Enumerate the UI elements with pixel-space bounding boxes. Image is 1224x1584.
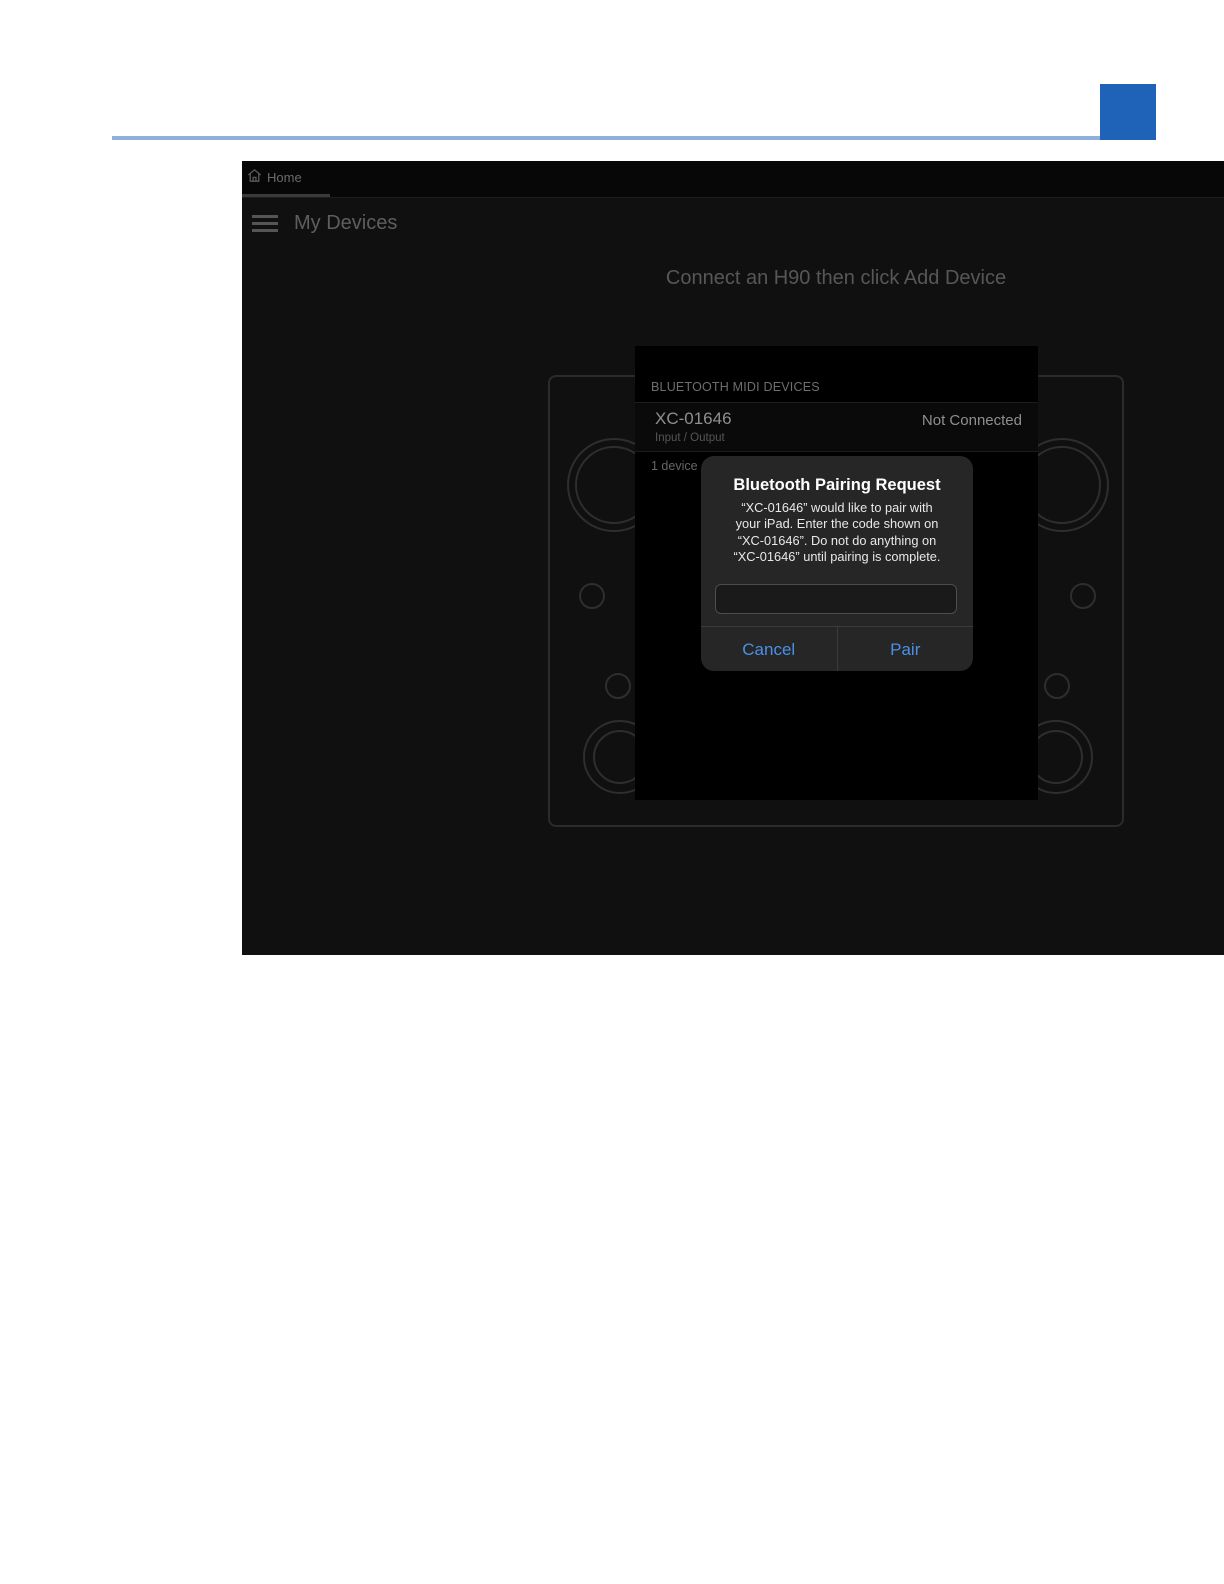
tab-home-label: Home: [267, 170, 302, 185]
pairing-code-input[interactable]: [715, 584, 957, 614]
page-title: My Devices: [294, 211, 398, 234]
dialog-title: Bluetooth Pairing Request: [733, 476, 941, 494]
dialog-message-line: “XC-01646”. Do not do anything on: [737, 532, 937, 548]
dialog-button-row: Cancel Pair: [701, 626, 973, 671]
device-name: XC-01646: [655, 409, 732, 428]
bluetooth-section-header: BLUETOOTH MIDI DEVICES: [651, 380, 820, 394]
bluetooth-device-row[interactable]: XC-01646 Input / Output Not Connected: [635, 402, 1038, 452]
pair-button[interactable]: Pair: [836, 627, 974, 671]
page-header-rule: [112, 136, 1100, 140]
dialog-message-line: your iPad. Enter the code shown on: [735, 516, 939, 532]
device-io-type: Input / Output: [655, 432, 725, 444]
app-bar: My Devices: [242, 197, 1224, 249]
home-icon: [246, 167, 263, 189]
dialog-message-line: “XC-01646” until pairing is complete.: [733, 549, 941, 565]
dialog-message: “XC-01646” would like to pair with your …: [715, 500, 959, 566]
cancel-button[interactable]: Cancel: [701, 627, 837, 671]
tab-bar: Home: [242, 161, 1224, 198]
page-header-tab: [1100, 84, 1156, 140]
dialog-message-line: “XC-01646” would like to pair with: [741, 500, 933, 515]
hamburger-menu-icon[interactable]: [252, 213, 278, 233]
device-count: 1 device: [651, 459, 698, 473]
tab-home[interactable]: Home: [242, 161, 330, 197]
connect-instruction: Connect an H90 then click Add Device: [665, 267, 1007, 289]
app-screenshot: Home My Devices Connect an H90 then clic…: [242, 161, 1224, 955]
bluetooth-pairing-dialog: Bluetooth Pairing Request “XC-01646” wou…: [701, 456, 973, 671]
device-connection-status: Not Connected: [921, 412, 1022, 429]
